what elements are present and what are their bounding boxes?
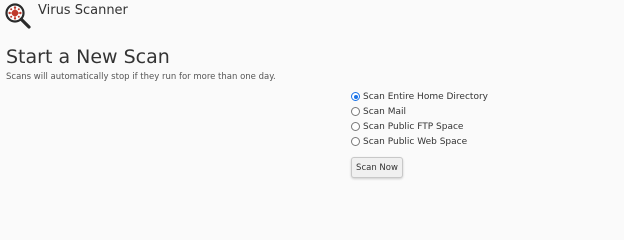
option-label: Scan Public FTP Space — [363, 121, 464, 132]
page: Virus Scanner Start a New Scan Scans wil… — [0, 0, 624, 216]
header: Virus Scanner — [4, 2, 128, 30]
option-scan-public-ftp-space[interactable]: Scan Public FTP Space — [351, 119, 488, 134]
page-subtitle: Scans will automatically stop if they ru… — [6, 72, 276, 82]
option-scan-entire-home-directory[interactable]: Scan Entire Home Directory — [351, 89, 488, 104]
option-label: Scan Public Web Space — [363, 136, 468, 147]
virus-magnifier-icon — [5, 3, 31, 29]
scan-now-button[interactable]: Scan Now — [351, 157, 403, 178]
radio-scan-public-ftp-space[interactable] — [351, 122, 360, 131]
option-label: Scan Entire Home Directory — [363, 91, 488, 102]
radio-scan-entire-home-directory[interactable] — [351, 92, 360, 101]
app-title: Virus Scanner — [38, 3, 128, 18]
page-title: Start a New Scan — [6, 46, 170, 68]
scan-options-radio-group: Scan Entire Home Directory Scan Mail Sca… — [351, 89, 488, 149]
radio-scan-public-web-space[interactable] — [351, 137, 360, 146]
option-scan-mail[interactable]: Scan Mail — [351, 104, 488, 119]
option-scan-public-web-space[interactable]: Scan Public Web Space — [351, 134, 488, 149]
option-label: Scan Mail — [363, 106, 407, 117]
radio-scan-mail[interactable] — [351, 107, 360, 116]
